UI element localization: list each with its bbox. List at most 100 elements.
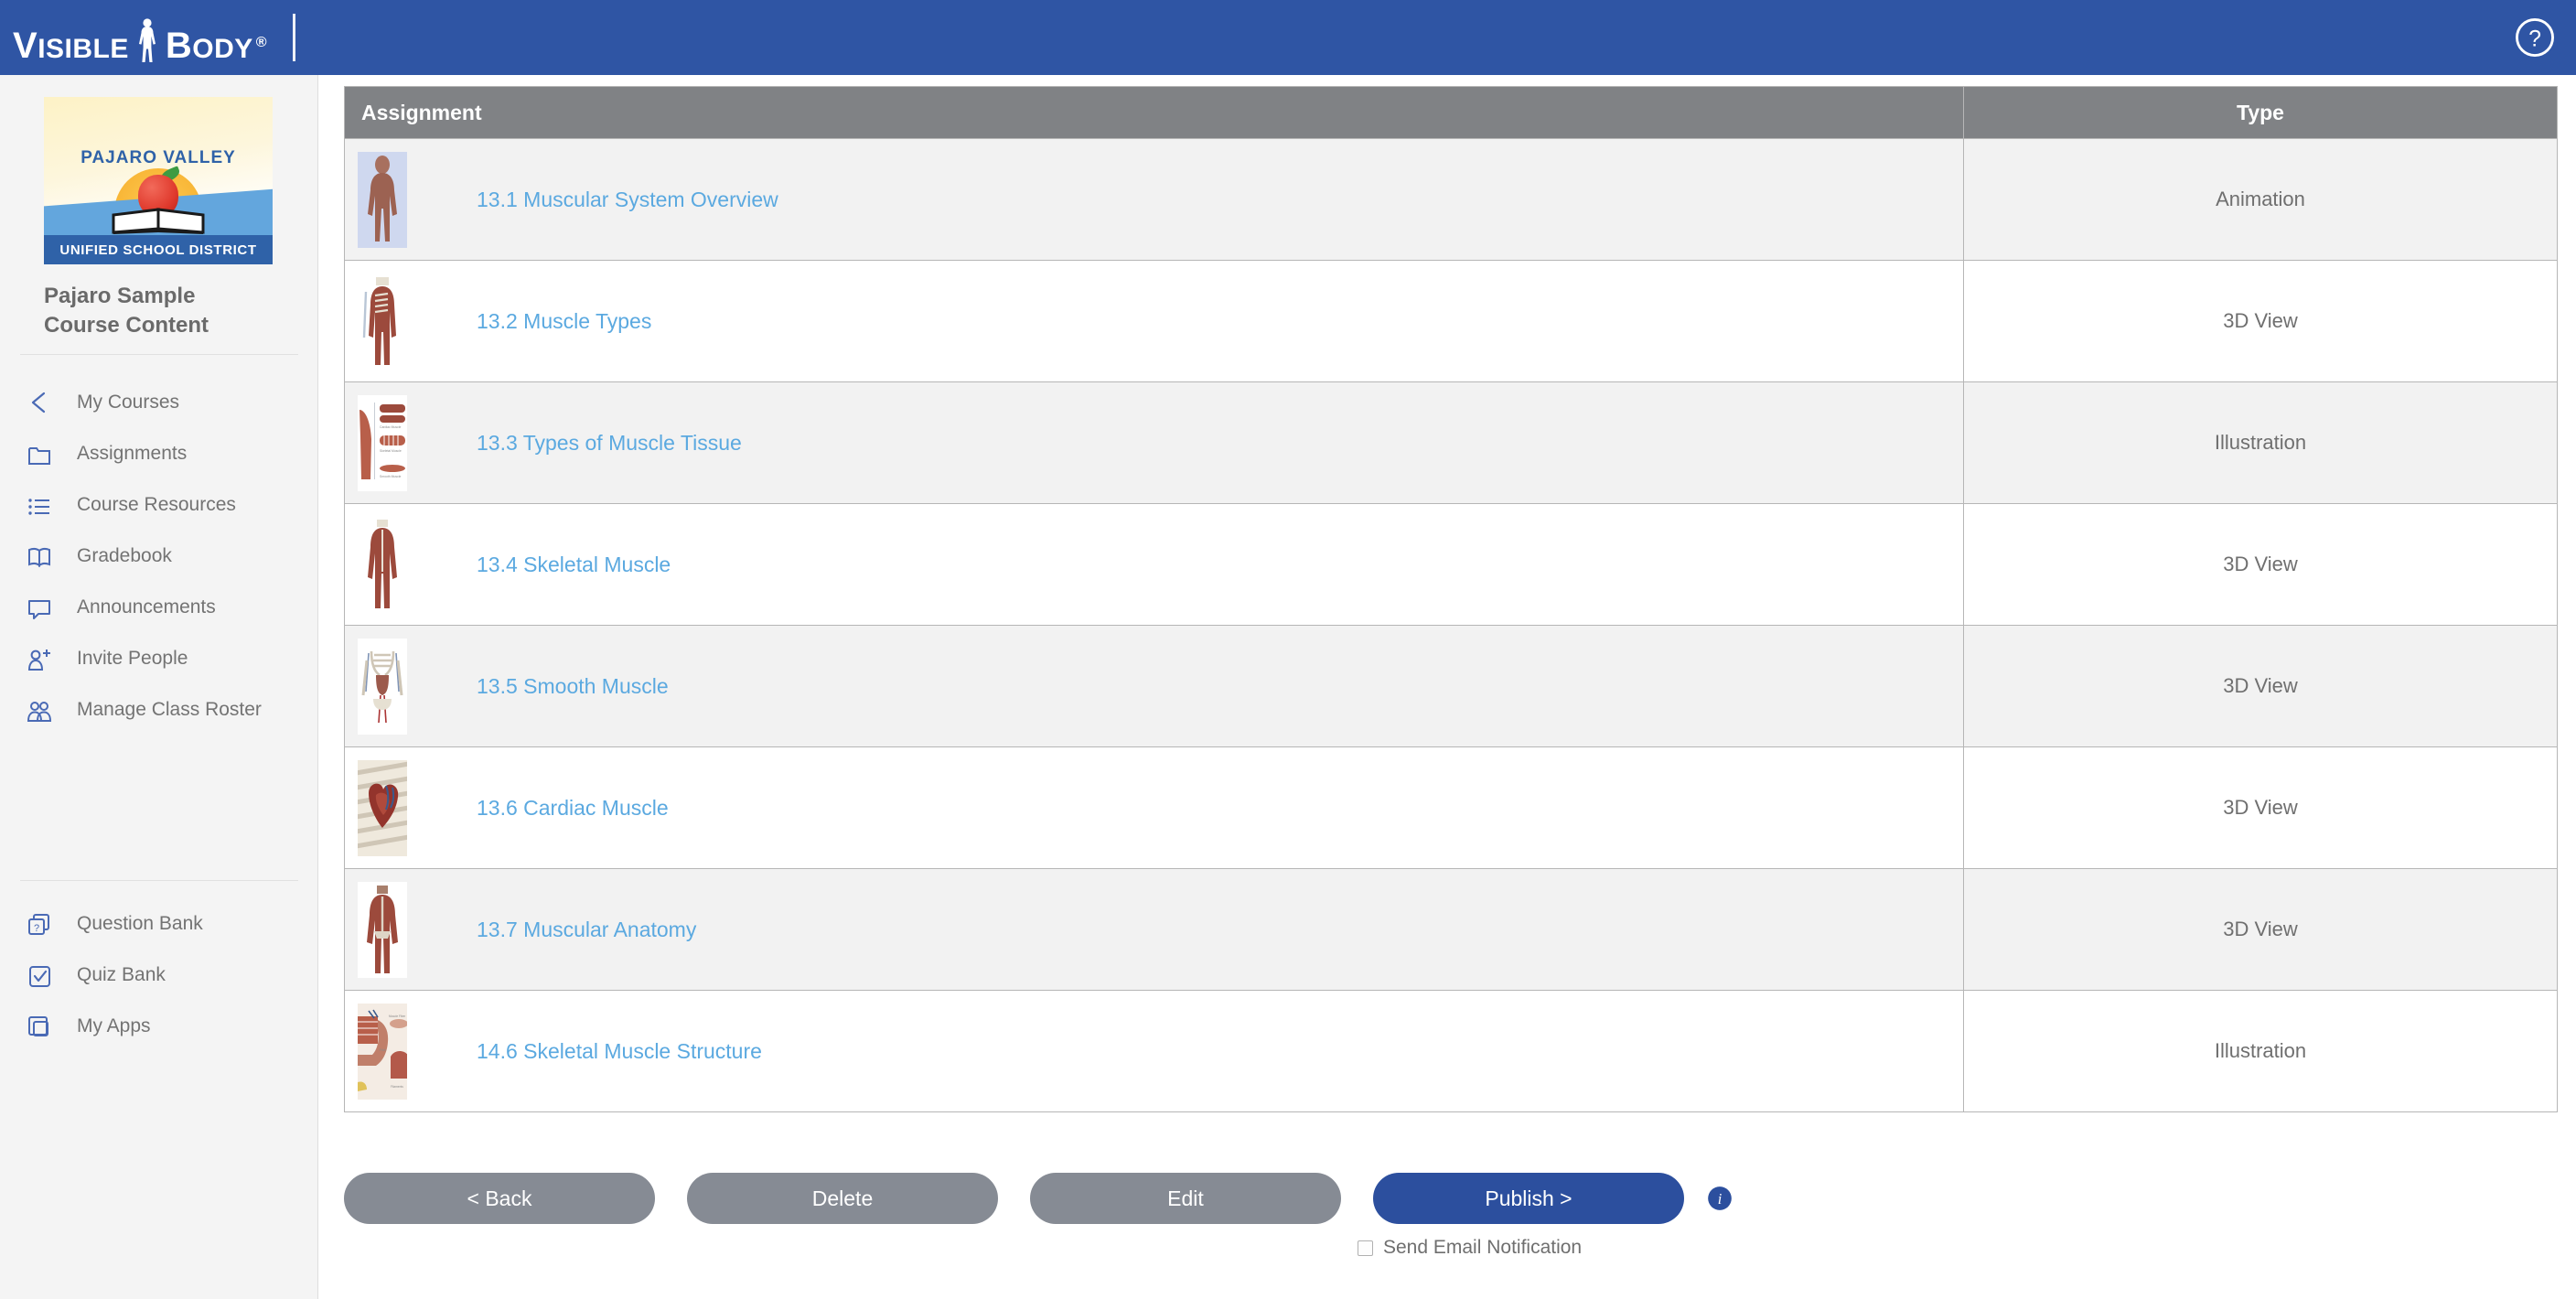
type-cell: 3D View [2223, 918, 2298, 940]
table-row: 13.6 Cardiac Muscle 3D View [345, 746, 2557, 868]
type-cell: 3D View [2223, 796, 2298, 819]
column-header-assignment: Assignment [345, 87, 1964, 138]
sidebar-item-label: Gradebook [77, 545, 172, 566]
sidebar-item-label: Invite People [77, 648, 188, 669]
checkbox-check-icon [26, 960, 62, 991]
chevron-left-icon [26, 387, 62, 418]
sidebar-item-label: Manage Class Roster [77, 699, 262, 720]
send-email-notification-row: Send Email Notification [1358, 1237, 1582, 1259]
question-cards-icon: ? [26, 908, 62, 939]
skeleton-organs-thumbnail[interactable] [358, 638, 407, 735]
school-logo-arc-text: PAJARO VALLEY [80, 148, 236, 167]
table-row: 13.2 Muscle Types 3D View [345, 260, 2557, 381]
people-icon [26, 694, 62, 725]
sidebar-item-assignments[interactable]: Assignments [0, 428, 318, 479]
send-email-label: Send Email Notification [1383, 1237, 1583, 1258]
main-content: Assignment Type 13.1 Muscular System Ove… [319, 75, 2576, 1299]
type-cell: 3D View [2223, 309, 2298, 332]
full-muscular-figure-thumbnail[interactable] [358, 881, 407, 978]
assignment-link[interactable]: 13.3 Types of Muscle Tissue [477, 431, 742, 456]
sidebar-item-announcements[interactable]: Announcements [0, 582, 318, 633]
type-cell: Illustration [2214, 431, 2307, 454]
back-button[interactable]: < Back [344, 1173, 655, 1224]
top-header-bar: V ISIBLE B ODY ® ? [0, 0, 2576, 75]
school-logo-banner-text: UNIFIED SCHOOL DISTRICT [44, 235, 273, 264]
help-circle-icon[interactable]: ? [2514, 16, 2556, 59]
sidebar-item-invite-people[interactable]: Invite People [0, 633, 318, 684]
sidebar-nav-secondary: ? Question Bank Quiz Bank My Apps [0, 898, 318, 1052]
assignment-cell: 13.2 Muscle Types [345, 261, 1964, 381]
sidebar-item-my-courses[interactable]: My Courses [0, 377, 318, 428]
sidebar-item-quiz-bank[interactable]: Quiz Bank [0, 950, 318, 1001]
course-title: Pajaro Sample Course Content [44, 284, 209, 338]
assignment-cell: 13.1 Muscular System Overview [345, 139, 1964, 260]
svg-text:?: ? [34, 923, 39, 934]
assignment-cell: 13.7 Muscular Anatomy [345, 869, 1964, 990]
delete-button[interactable]: Delete [687, 1173, 998, 1224]
header-divider [293, 14, 296, 61]
open-book-graphic [112, 208, 205, 234]
sidebar: PAJARO VALLEY UNIFIED SCHOOL DISTRICT Pa… [0, 75, 318, 1299]
sidebar-item-gradebook[interactable]: Gradebook [0, 531, 318, 582]
person-add-icon [26, 643, 62, 674]
table-row: Muscle Fiber Fibril Filaments 14.6 Skeletal… [345, 990, 2557, 1111]
column-header-type: Type [2237, 100, 2284, 124]
assignment-link[interactable]: 13.2 Muscle Types [477, 309, 651, 334]
sidebar-item-label: Announcements [77, 596, 216, 617]
speech-bubble-icon [26, 592, 62, 623]
muscular-figure-blue-thumbnail[interactable] [358, 151, 407, 248]
publish-button[interactable]: Publish > [1373, 1173, 1684, 1224]
assignment-cell: 13.5 Smooth Muscle [345, 626, 1964, 746]
svg-text:Muscle Fiber: Muscle Fiber [389, 1015, 406, 1018]
edit-button[interactable]: Edit [1030, 1173, 1341, 1224]
heart-ribcage-thumbnail[interactable] [358, 759, 407, 856]
sidebar-item-label: Course Resources [77, 494, 236, 515]
sidebar-item-my-apps[interactable]: My Apps [0, 1001, 318, 1052]
type-cell: 3D View [2223, 553, 2298, 575]
sidebar-item-label: Question Bank [77, 913, 203, 934]
sidebar-item-manage-class-roster[interactable]: Manage Class Roster [0, 684, 318, 735]
sidebar-divider-top [20, 354, 298, 355]
sidebar-divider-bottom [20, 880, 298, 881]
sidebar-item-label: Quiz Bank [77, 964, 166, 985]
action-footer: < Back Delete Edit Publish > i Send Emai… [344, 1173, 2558, 1283]
muscle-fiber-diagram-thumbnail[interactable]: Muscle Fiber Fibril Filaments [358, 1003, 407, 1100]
logo-letter-v: V [13, 25, 38, 66]
school-district-logo: PAJARO VALLEY UNIFIED SCHOOL DISTRICT [44, 97, 273, 264]
sidebar-item-label: My Courses [77, 392, 180, 413]
table-row: 13.1 Muscular System Overview Animation [345, 138, 2557, 260]
type-cell: Animation [2216, 188, 2305, 210]
logo-letter-b: B [165, 25, 193, 66]
list-icon [26, 489, 62, 521]
assignment-link[interactable]: 13.1 Muscular System Overview [477, 188, 778, 212]
assignment-link[interactable]: 13.5 Smooth Muscle [477, 674, 669, 699]
sidebar-item-question-bank[interactable]: ? Question Bank [0, 898, 318, 950]
send-email-checkbox[interactable] [1358, 1240, 1373, 1256]
assignment-link[interactable]: 13.7 Muscular Anatomy [477, 918, 696, 942]
sidebar-nav-primary: My Courses Assignments Course Resources Gra… [0, 377, 318, 735]
visible-body-logo[interactable]: V ISIBLE B ODY ® [0, 0, 296, 75]
skeletal-muscle-figure-thumbnail[interactable] [358, 516, 407, 613]
svg-text:Skeletal Muscle: Skeletal Muscle [380, 449, 402, 453]
logo-text-body: ODY [192, 33, 253, 64]
type-cell: Illustration [2214, 1039, 2307, 1062]
torso-skeleton-muscle-thumbnail[interactable] [358, 273, 407, 370]
human-figure-icon [138, 17, 156, 62]
assignment-link[interactable]: 13.4 Skeletal Muscle [477, 553, 671, 577]
assignment-link[interactable]: 13.6 Cardiac Muscle [477, 796, 669, 821]
table-row: Cardiac Muscle Skeletal Muscle Smooth Musc… [345, 381, 2557, 503]
table-row: 13.5 Smooth Muscle 3D View [345, 625, 2557, 746]
logo-registered-mark: ® [255, 34, 268, 50]
svg-text:Filaments: Filaments [391, 1085, 403, 1089]
svg-text:?: ? [2528, 27, 2541, 52]
info-circle-icon[interactable]: i [1707, 1186, 1733, 1211]
assignment-link[interactable]: 14.6 Skeletal Muscle Structure [477, 1039, 762, 1064]
assignments-table: Assignment Type 13.1 Muscular System Ove… [344, 86, 2558, 1112]
table-row: 13.4 Skeletal Muscle 3D View [345, 503, 2557, 625]
muscle-tissue-chart-thumbnail[interactable]: Cardiac Muscle Skeletal Muscle Smooth Musc… [358, 394, 407, 491]
assignment-cell: 13.4 Skeletal Muscle [345, 504, 1964, 625]
svg-text:Fibril: Fibril [380, 1048, 386, 1052]
sidebar-item-course-resources[interactable]: Course Resources [0, 479, 318, 531]
assignment-cell: Muscle Fiber Fibril Filaments 14.6 Skeletal… [345, 991, 1964, 1111]
table-body: 13.1 Muscular System Overview Animation 13… [345, 138, 2557, 1111]
